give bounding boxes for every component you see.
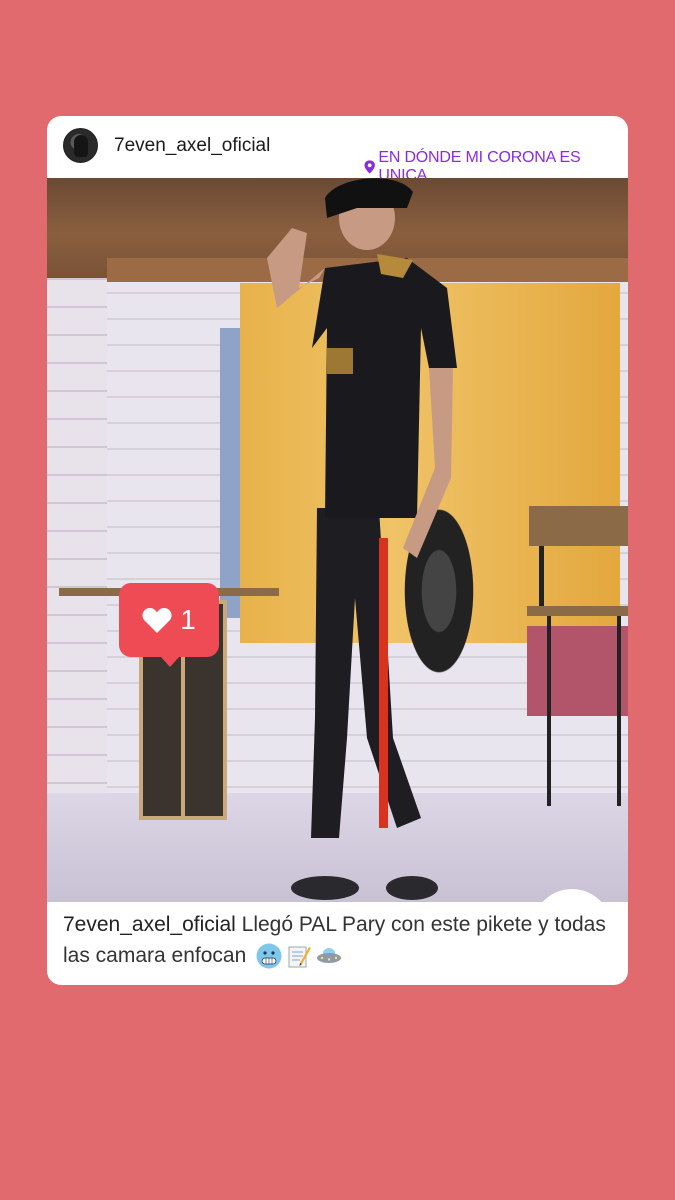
caption-username[interactable]: 7even_axel_oficial	[63, 913, 236, 936]
grimacing-face-icon	[256, 943, 282, 969]
avatar[interactable]	[63, 128, 98, 163]
caption-emojis	[256, 943, 342, 969]
location-pin-icon	[364, 160, 375, 174]
photo-chair	[527, 506, 628, 806]
like-sticker[interactable]: 1	[119, 583, 219, 667]
heart-icon	[142, 607, 172, 633]
ufo-icon	[317, 948, 342, 964]
photo-person	[267, 178, 457, 900]
post-username[interactable]: 7even_axel_oficial	[114, 135, 270, 157]
post-header: 7even_axel_oficial EN DÓNDE MI CORONA ES…	[47, 116, 628, 184]
story-post-card: 7even_axel_oficial EN DÓNDE MI CORONA ES…	[47, 116, 628, 985]
photo-left-wall	[47, 198, 107, 838]
post-photo[interactable]: 1	[47, 178, 628, 902]
location-sticker[interactable]: EN DÓNDE MI CORONA ES UNICA	[360, 149, 628, 184]
like-count: 1	[180, 604, 196, 635]
post-caption: 7even_axel_oficial Llegó PAL Pary con es…	[63, 909, 615, 971]
memo-icon	[288, 946, 312, 968]
